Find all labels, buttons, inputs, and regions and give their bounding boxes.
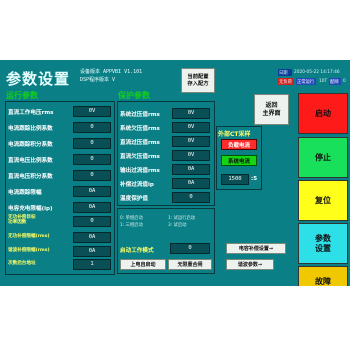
params-button[interactable]: 参数 设置 xyxy=(298,223,348,264)
start-opt-0: 0: 单相启动 xyxy=(120,216,143,221)
system-current-button[interactable]: 系统电流 xyxy=(221,155,257,166)
run-param-value[interactable]: 0 xyxy=(73,122,111,133)
save-config-button[interactable]: 当前配置 存入配方 xyxy=(181,68,215,93)
run-param-value[interactable]: 0V xyxy=(73,106,111,117)
ip-num: 0 xyxy=(343,79,346,84)
protect-param-value[interactable]: 0 xyxy=(172,192,210,203)
protect-param-label: 直流欠压值rms xyxy=(120,154,160,160)
state-tag-box: 无负荷 xyxy=(278,78,294,85)
version-line-2: DSP程序版本 V xyxy=(80,77,116,83)
back-home-button[interactable]: 返回 主界面 xyxy=(254,94,289,125)
start-mode-label: 启动工作模式 xyxy=(120,248,154,254)
protect-param-value[interactable]: 0V xyxy=(172,136,210,147)
version-line-1: 设备版本 APPVBI V1.101 xyxy=(80,69,143,75)
run-param-extra-value[interactable]: 1 xyxy=(73,259,111,270)
protect-param-label: 温度保护值 xyxy=(120,196,148,202)
reset-button[interactable]: 复位 xyxy=(298,180,348,221)
ip-value: 10T xyxy=(319,79,328,84)
fault-list-button[interactable]: 故障 列表 xyxy=(298,266,348,286)
protect-param-label: 系统过压值rms xyxy=(120,112,160,118)
stop-button[interactable]: 停止 xyxy=(298,137,348,178)
load-current-button[interactable]: 负载电流 xyxy=(221,139,257,150)
no-restart-button[interactable]: 无限重合闸 xyxy=(168,259,212,270)
protect-param-label: 系统欠压值rms xyxy=(120,126,160,132)
ct-title: 外部CT采样 xyxy=(218,131,251,138)
mode-tag: 正常运行 xyxy=(297,80,315,85)
harmonic-params-button[interactable]: 谐波参数→ xyxy=(226,259,274,270)
run-param-extra-value[interactable]: 0A xyxy=(73,246,111,257)
protect-param-value[interactable]: 0V xyxy=(172,150,210,161)
mode-tag-box: 正常运行 xyxy=(296,78,316,85)
protect-params-title: 保护参数 xyxy=(118,91,150,100)
run-param-value[interactable]: 0 xyxy=(73,154,111,165)
date-label: 日期 xyxy=(279,71,288,76)
run-param-value[interactable]: 0A xyxy=(73,186,111,197)
start-opt-3: 3: 试启动 xyxy=(168,223,187,228)
auto-start-button[interactable]: 上电自启动 xyxy=(120,259,166,270)
run-param-label: 电流跟踪积分系数 xyxy=(8,142,53,148)
run-param-extra-value[interactable]: 0 xyxy=(73,216,111,227)
run-param-label: 直流电压比例系数 xyxy=(8,158,53,164)
ip-label: 配网 xyxy=(330,80,339,85)
protect-param-value[interactable]: 0A xyxy=(172,178,210,189)
run-param-label: 电容充电限幅(ip) xyxy=(8,206,53,212)
run-param-label: 直流电压积分系数 xyxy=(8,174,53,180)
ct-ratio-value[interactable]: 1500 xyxy=(221,174,249,185)
protect-param-value[interactable]: 0V xyxy=(172,122,210,133)
run-param-extra-label: 无功补偿限幅(rms) xyxy=(8,234,50,239)
run-param-label: 电流跟踪比例系数 xyxy=(8,126,53,132)
ct-ratio-suffix: :5 xyxy=(251,176,258,182)
run-param-value[interactable]: 0 xyxy=(73,138,111,149)
run-param-extra-value[interactable]: 0A xyxy=(73,232,111,243)
protect-param-value[interactable]: 0V xyxy=(172,108,210,119)
ip-label-box: 配网 xyxy=(329,78,341,85)
run-param-value[interactable]: 0 xyxy=(73,170,111,181)
page-title: 参数设置 xyxy=(6,70,71,88)
hmi-screen: 参数设置 设备版本 APPVBI V1.101 DSP程序版本 V 当前配置 存… xyxy=(0,60,350,286)
date-value: 2020-05-22 14:17:46 xyxy=(294,70,340,75)
start-opt-2: 1: 试运行启动 xyxy=(168,216,196,221)
start-mode-value[interactable]: 0 xyxy=(170,243,210,254)
start-button[interactable]: 启动 xyxy=(298,93,348,134)
run-param-extra-label: 无功补偿目标 功率因数 xyxy=(8,215,36,226)
run-param-label: 直流工作电压rms xyxy=(8,110,54,116)
state-tag: 无负荷 xyxy=(279,80,292,85)
start-opt-1: 1: 三相启动 xyxy=(120,223,143,228)
run-param-extra-label: 谐波补偿限幅(rms) xyxy=(8,248,50,253)
capacitor-settings-button[interactable]: 电容补偿设置→ xyxy=(226,243,286,254)
run-params-title: 运行参数 xyxy=(6,91,38,100)
run-param-value[interactable]: 0A xyxy=(73,202,111,213)
date-label-box: 日期 xyxy=(278,69,292,76)
protect-param-label: 直流过压值rms xyxy=(120,140,160,146)
run-param-label: 电流跟踪限幅 xyxy=(8,190,42,196)
protect-param-value[interactable]: 0A xyxy=(172,164,210,175)
protect-param-label: 补偿过流值ip xyxy=(120,182,154,188)
protect-param-label: 输出过流值rms xyxy=(120,168,160,174)
run-param-extra-label: 次数后台地址 xyxy=(8,261,36,266)
